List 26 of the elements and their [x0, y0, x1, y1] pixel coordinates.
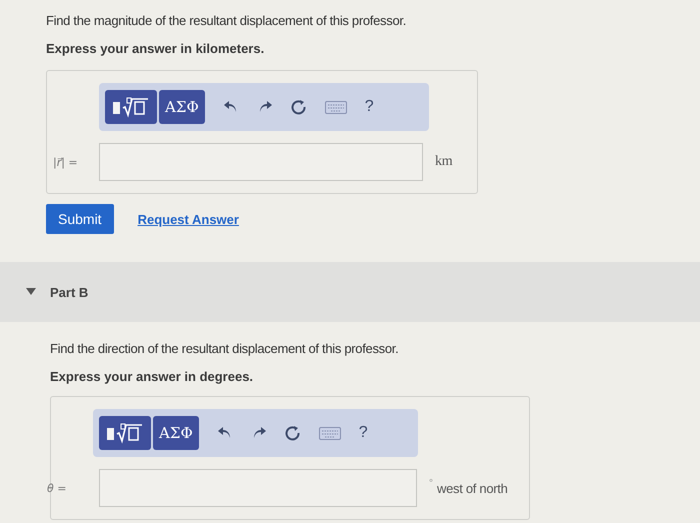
undo-icon[interactable]	[216, 426, 233, 440]
degree-symbol: °	[429, 478, 433, 488]
answer-field[interactable]	[99, 143, 423, 181]
unit-label: west of north	[437, 480, 508, 496]
part-title: Part B	[50, 284, 88, 300]
answer-label: |r⃗| =	[53, 156, 79, 168]
request-answer-link[interactable]: Request Answer	[138, 212, 239, 226]
templates-button[interactable]	[105, 90, 157, 124]
symbols-button[interactable]: ΑΣΦ	[153, 416, 199, 450]
instruction-text: Express your answer in kilometers.	[46, 40, 266, 58]
help-button[interactable]: ?	[358, 424, 368, 442]
submit-button[interactable]: Submit	[46, 204, 114, 234]
answer-label: θ =	[47, 482, 68, 494]
undo-icon[interactable]	[222, 100, 239, 114]
symbols-button[interactable]: ΑΣΦ	[159, 90, 205, 124]
question-text: Find the magnitude of the resultant displacement of this professor.	[46, 12, 408, 30]
reset-icon[interactable]	[290, 99, 307, 115]
part-header[interactable]: Part B	[0, 262, 700, 322]
reset-icon[interactable]	[284, 425, 301, 441]
caret-icon	[26, 288, 36, 296]
instruction-text: Express your answer in degrees.	[50, 368, 254, 386]
unit-label: km	[435, 154, 452, 170]
question-text: Find the direction of the resultant displacement of this professor.	[50, 340, 400, 358]
templates-button[interactable]	[99, 416, 151, 450]
answer-field[interactable]	[99, 469, 417, 507]
help-button[interactable]: ?	[364, 98, 374, 116]
